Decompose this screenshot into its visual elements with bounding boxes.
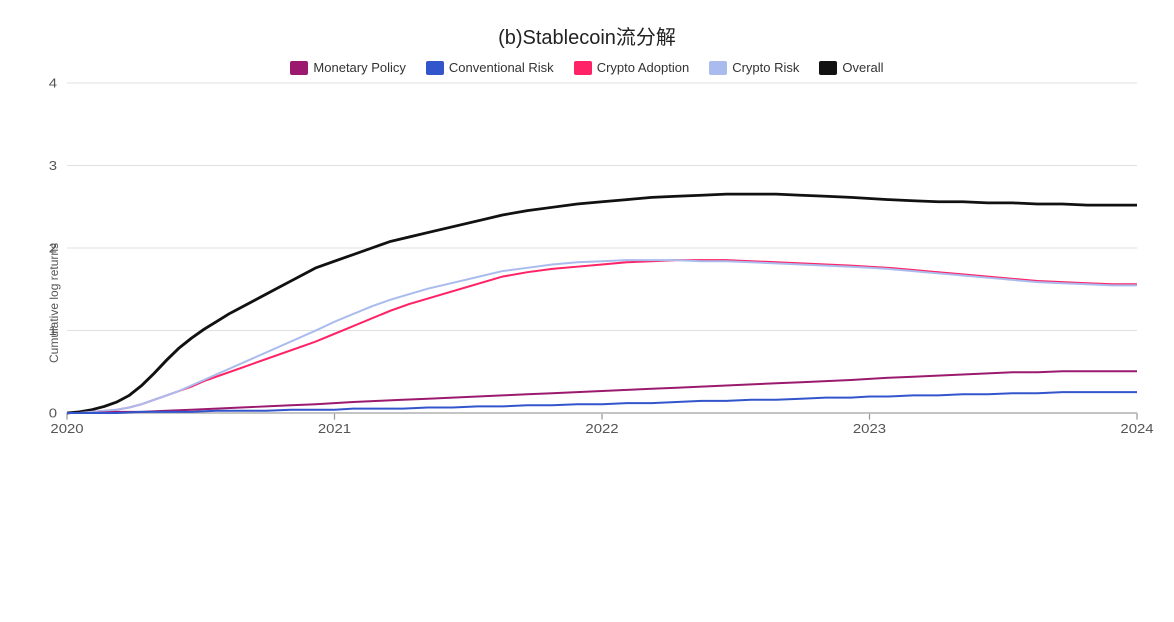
legend-label: Overall — [842, 60, 883, 75]
legend-item: Conventional Risk — [426, 60, 554, 75]
legend: Monetary Policy Conventional Risk Crypto A… — [37, 60, 1137, 75]
legend-swatch — [290, 61, 308, 75]
svg-text:4: 4 — [49, 75, 57, 90]
svg-text:2021: 2021 — [318, 421, 351, 436]
legend-swatch — [574, 61, 592, 75]
svg-text:2022: 2022 — [585, 421, 618, 436]
line-monetary-policy — [67, 371, 1137, 413]
svg-text:2020: 2020 — [50, 421, 83, 436]
legend-label: Crypto Adoption — [597, 60, 690, 75]
legend-swatch — [426, 61, 444, 75]
legend-item: Monetary Policy — [290, 60, 405, 75]
legend-label: Crypto Risk — [732, 60, 799, 75]
svg-text:2023: 2023 — [853, 421, 886, 436]
svg-text:3: 3 — [49, 158, 57, 173]
svg-text:1: 1 — [49, 323, 57, 338]
line-conventional-risk — [67, 392, 1137, 413]
legend-item: Crypto Risk — [709, 60, 799, 75]
y-axis-label: Cumulative log returns — [37, 83, 67, 523]
svg-text:0: 0 — [49, 405, 57, 420]
chart-container: (b)Stablecoin流分解 Monetary Policy Conventi… — [37, 21, 1137, 601]
legend-label: Monetary Policy — [313, 60, 405, 75]
legend-item: Overall — [819, 60, 883, 75]
legend-item: Crypto Adoption — [574, 60, 690, 75]
legend-label: Conventional Risk — [449, 60, 554, 75]
plot-area: 0 1 2 3 4 — [67, 83, 1137, 523]
chart-title: (b)Stablecoin流分解 — [37, 21, 1137, 50]
svg-text:2024: 2024 — [1120, 421, 1153, 436]
line-overall — [67, 194, 1137, 413]
chart-area: Cumulative log returns 0 1 2 3 4 — [37, 83, 1137, 523]
legend-swatch — [709, 61, 727, 75]
svg-text:2: 2 — [49, 240, 57, 255]
legend-swatch — [819, 61, 837, 75]
chart-svg: 0 1 2 3 4 — [67, 83, 1137, 523]
